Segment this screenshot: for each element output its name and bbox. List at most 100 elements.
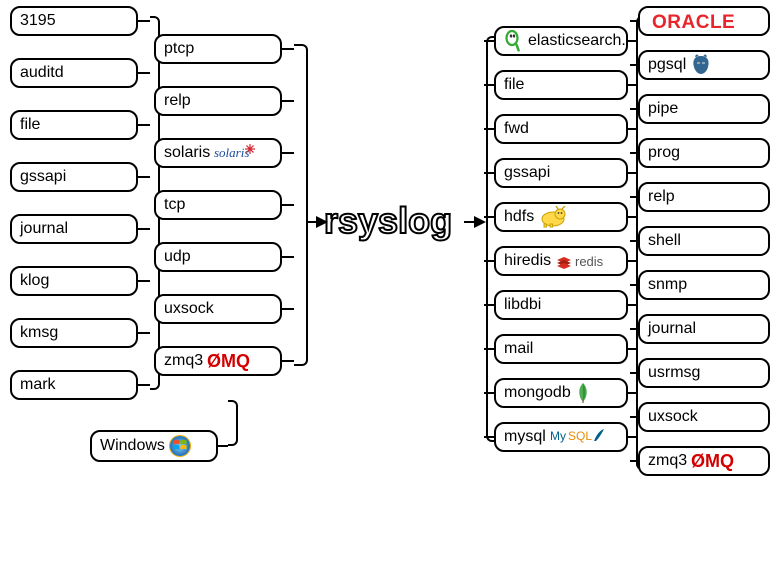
input-klog-label: klog [20,272,49,290]
mysql-icon: MySQL [550,427,606,447]
svg-text:SQL: SQL [568,429,592,443]
connector-line [630,20,638,22]
output-mysql: mysqlMySQL [494,422,628,452]
bracket [228,400,238,446]
input-kmsg: kmsg [10,318,138,348]
connector-line [630,196,638,198]
connector-line [484,304,494,306]
connector-line [138,228,150,230]
output-journal: journal [638,314,770,344]
connector-line [138,176,150,178]
input-klog: klog [10,266,138,296]
connector-line [484,436,494,438]
center-label: rsyslog [324,200,452,242]
input-windows: Windows [90,430,218,462]
output-libdbi: libdbi [494,290,628,320]
output-prog: prog [638,138,770,168]
input-udp-label: udp [164,248,191,266]
input-zmq3: zmq3ØMQ [154,346,282,376]
redis-icon: redis [555,252,605,270]
input-mark: mark [10,370,138,400]
connector-line [628,260,636,262]
connector-line [628,172,636,174]
connector-line [630,64,638,66]
input-tcp: tcp [154,190,282,220]
postgresql-icon [690,54,712,76]
connector-line [484,348,494,350]
input-gssapi-label: gssapi [20,168,66,186]
connector-line [628,128,636,130]
output-hiredis-label: hiredis [504,252,551,270]
connector-line [628,304,636,306]
output-elasticsearch.-label: elasticsearch. [528,32,626,50]
input-relp: relp [154,86,282,116]
input-3195: 3195 [10,6,138,36]
input-solaris: solarissolaris [154,138,282,168]
connector-line [138,72,150,74]
input-auditd: auditd [10,58,138,88]
connector-line [630,372,638,374]
input-kmsg-label: kmsg [20,324,58,342]
output-gssapi: gssapi [494,158,628,188]
output-file-label: file [504,76,524,94]
output-hdfs-label: hdfs [504,208,534,226]
output-shell-label: shell [648,232,681,250]
connector-line [218,445,228,447]
connector-line [628,40,636,42]
connector-line [138,20,150,22]
connector-line [484,392,494,394]
output-relp-label: relp [648,188,675,206]
connector-line [484,40,494,42]
input-3195-label: 3195 [20,12,56,30]
output-mysql-label: mysql [504,428,546,446]
output-snmp: snmp [638,270,770,300]
svg-text:My: My [550,429,566,443]
output-pgsql-label: pgsql [648,56,686,74]
input-solaris-label: solaris [164,144,210,162]
output-mail-label: mail [504,340,533,358]
output-prog-label: prog [648,144,680,162]
hadoop-icon [538,206,568,228]
connector-line [630,328,638,330]
output-oracle: ORACLE [638,6,770,36]
output-file: file [494,70,628,100]
output-mongodb: mongodb [494,378,628,408]
output-journal-label: journal [648,320,696,338]
input-relp-label: relp [164,92,191,110]
connector-line [628,436,636,438]
output-usrmsg: usrmsg [638,358,770,388]
output-hdfs: hdfs [494,202,628,232]
connector-line [630,108,638,110]
connector-line [282,152,294,154]
input-mark-label: mark [20,376,56,394]
input-windows-label: Windows [100,437,165,455]
svg-text:ORACLE: ORACLE [652,12,735,32]
solaris-icon: solaris [214,144,258,162]
connector-line [484,84,494,86]
connector-line [630,152,638,154]
connector-line [282,308,294,310]
svg-text:ØMQ: ØMQ [207,351,250,371]
input-ptcp: ptcp [154,34,282,64]
connector-line [630,460,638,462]
connector-line [138,124,150,126]
output-gssapi-label: gssapi [504,164,550,182]
zeromq-icon: ØMQ [207,351,265,371]
connector-line [628,392,636,394]
arrow-inputs [306,216,328,228]
output-zmq3: zmq3ØMQ [638,446,770,476]
output-shell: shell [638,226,770,256]
input-uxsock: uxsock [154,294,282,324]
connector-line [138,384,150,386]
connector-line [282,256,294,258]
connector-line [138,332,150,334]
input-journal-label: journal [20,220,68,238]
input-ptcp-label: ptcp [164,40,194,58]
connector-line [630,284,638,286]
output-libdbi-label: libdbi [504,296,541,314]
bracket [294,44,308,366]
output-uxsock: uxsock [638,402,770,432]
zeromq-icon: ØMQ [691,451,749,471]
output-snmp-label: snmp [648,276,687,294]
svg-text:ØMQ: ØMQ [691,451,734,471]
